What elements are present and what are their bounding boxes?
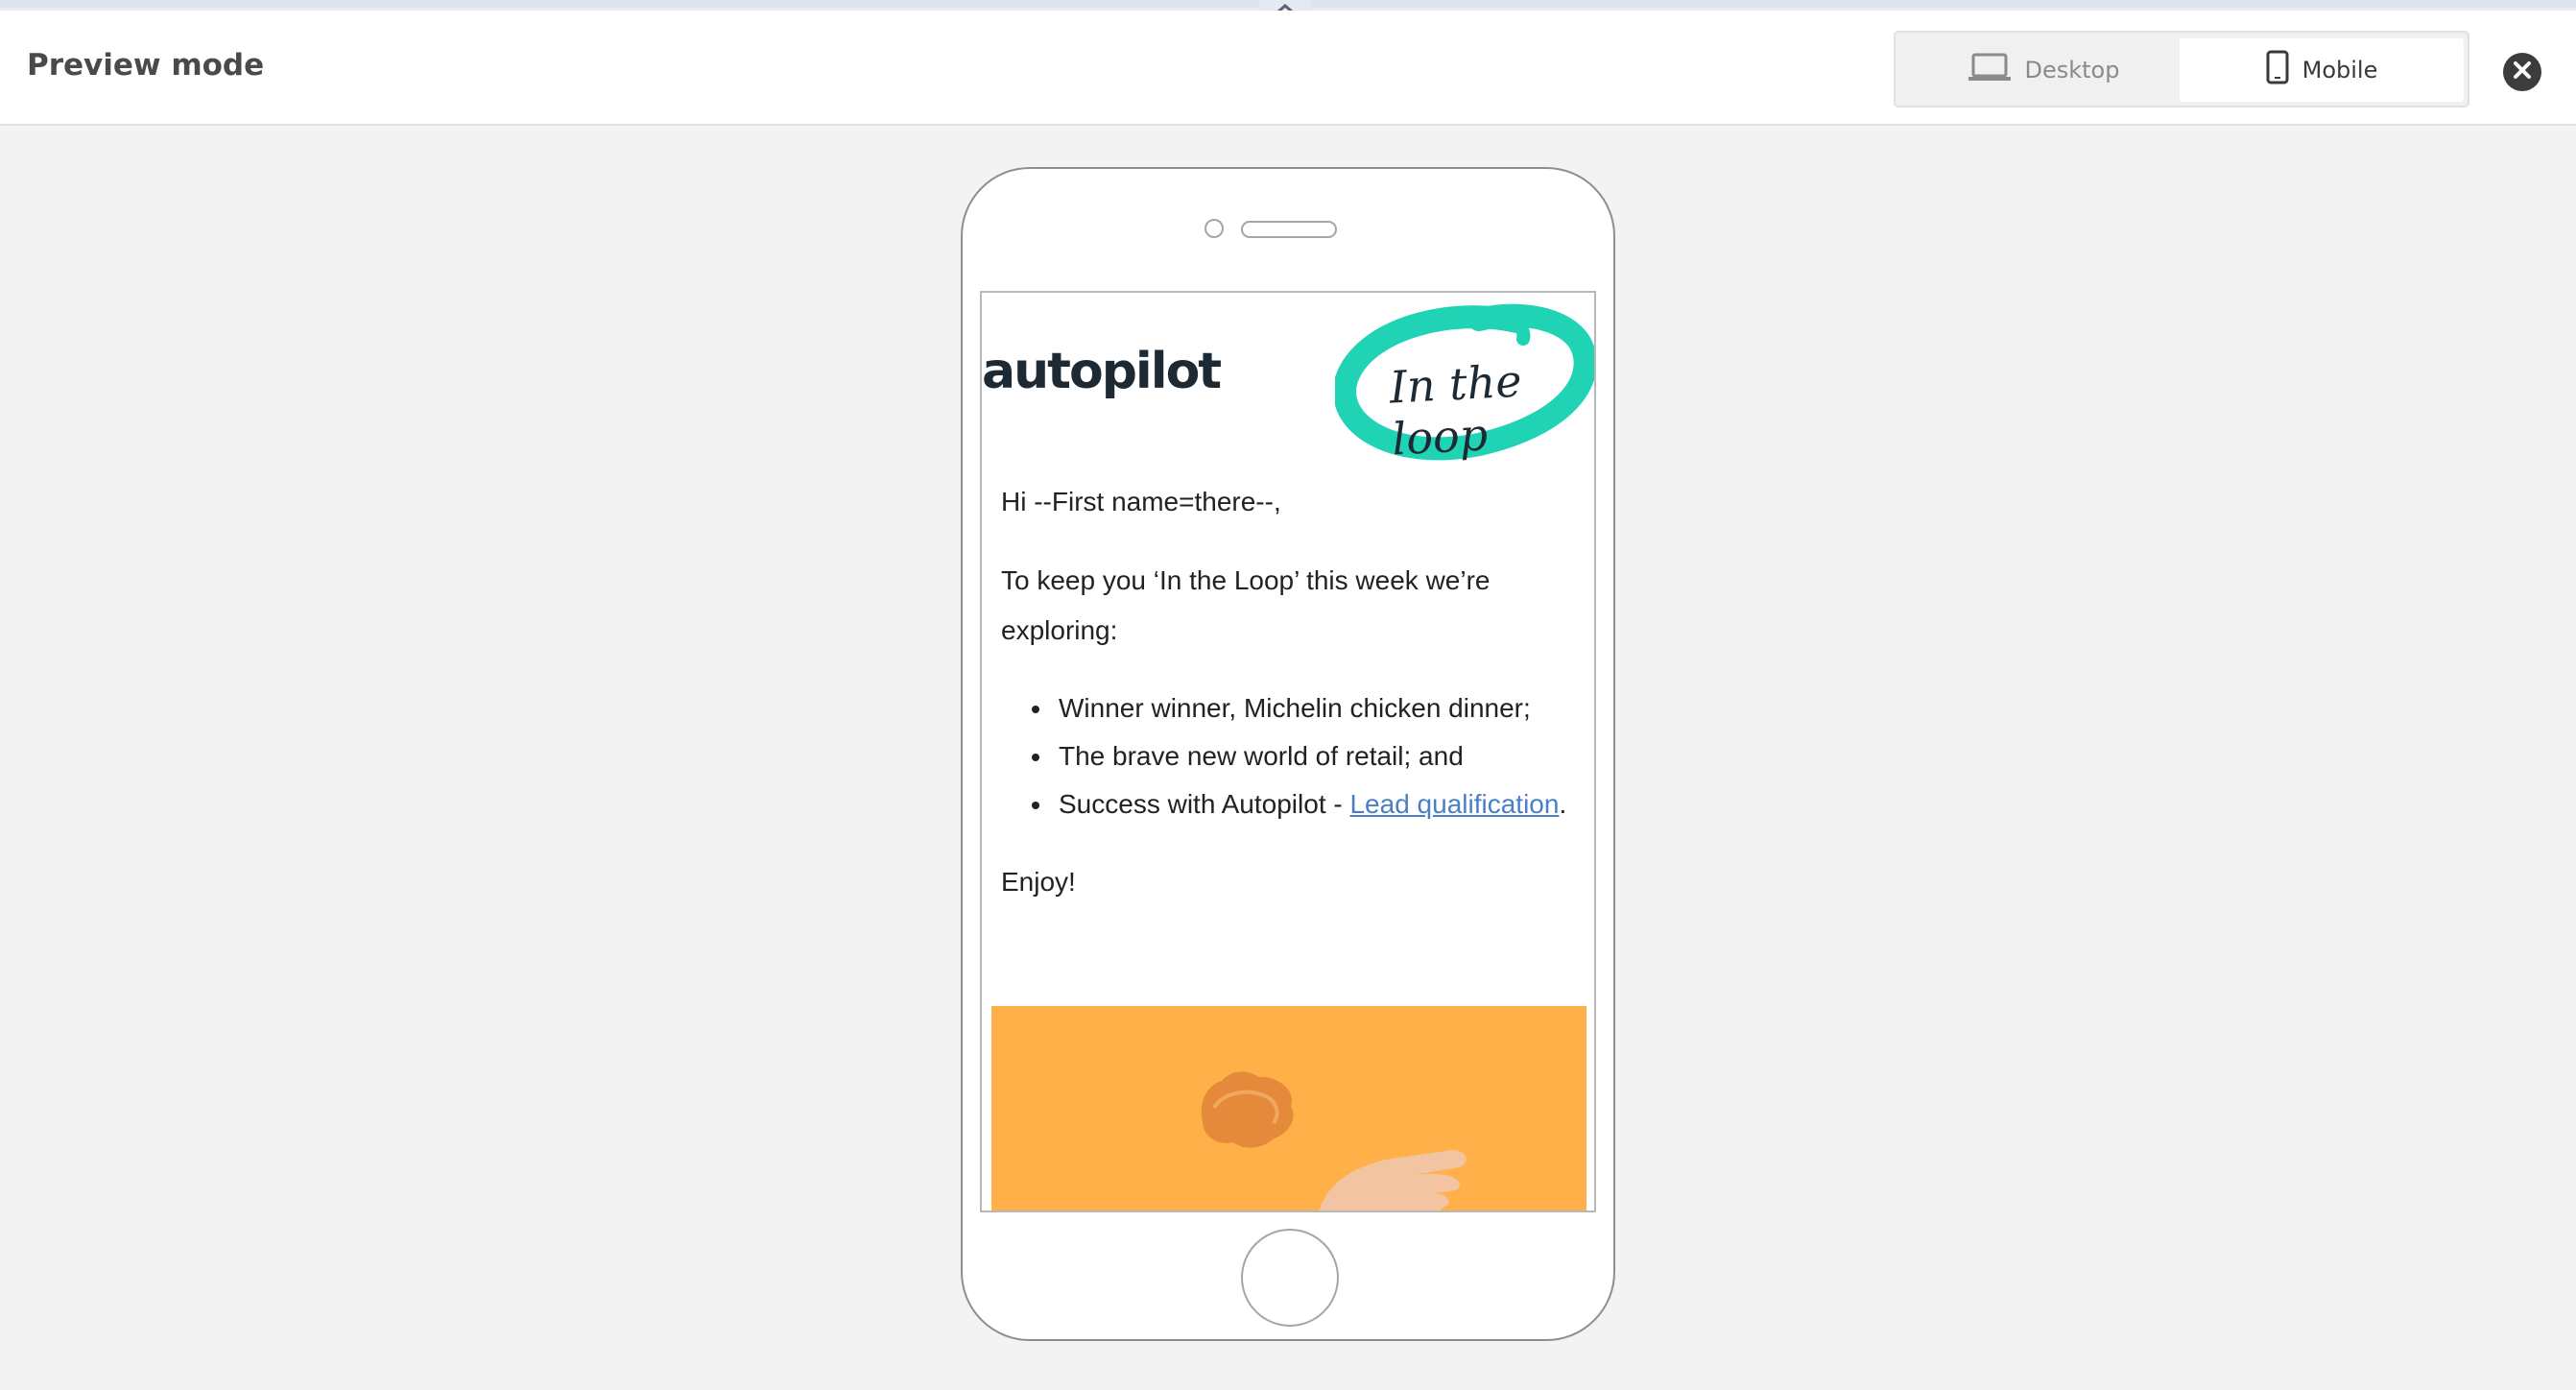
phone-icon [2266,50,2289,90]
preview-header: Preview mode Desktop Mobile [0,11,2576,126]
device-toggle: Desktop Mobile [1894,31,2469,108]
desktop-toggle-button[interactable]: Desktop [1901,38,2185,102]
desktop-toggle-label: Desktop [2024,57,2120,84]
laptop-icon [1968,52,2012,88]
phone-camera [1205,219,1224,238]
phone-home-button [1241,1229,1339,1327]
list-item: The brave new world of retail; and [1032,732,1577,780]
close-button[interactable] [2503,53,2541,91]
intro-paragraph: To keep you ‘In the Loop’ this week we’r… [1001,565,1491,645]
mobile-toggle-label: Mobile [2302,57,2378,84]
list-item: Winner winner, Michelin chicken dinner; [1032,684,1577,732]
page-title: Preview mode [27,48,265,83]
mobile-toggle-button[interactable]: Mobile [2180,38,2464,102]
close-icon [2512,60,2533,85]
phone-frame: autopilot In the loop Hi --First name=th… [961,167,1615,1341]
signoff: Enjoy! [1001,867,1076,897]
list-item-suffix: . [1559,789,1567,819]
email-preview-screen[interactable]: autopilot In the loop Hi --First name=th… [980,291,1596,1212]
hero-image [991,1006,1586,1210]
in-the-loop-text: In the loop [1388,354,1523,466]
topic-list: Winner winner, Michelin chicken dinner; … [1032,684,1577,828]
phone-speaker [1241,221,1337,238]
autopilot-logo: autopilot [982,343,1222,400]
greeting: Hi --First name=there--, [1001,487,1281,516]
lead-qualification-link[interactable]: Lead qualification [1349,789,1559,819]
list-item: Success with Autopilot - Lead qualificat… [1032,780,1577,828]
in-the-loop-badge: In the loop [1335,300,1594,466]
email-body: Hi --First name=there--, To keep you ‘In… [1001,477,1577,936]
list-item-text: Success with Autopilot - [1059,789,1350,819]
chicken-nugget-hand-illustration [1201,1071,1467,1210]
